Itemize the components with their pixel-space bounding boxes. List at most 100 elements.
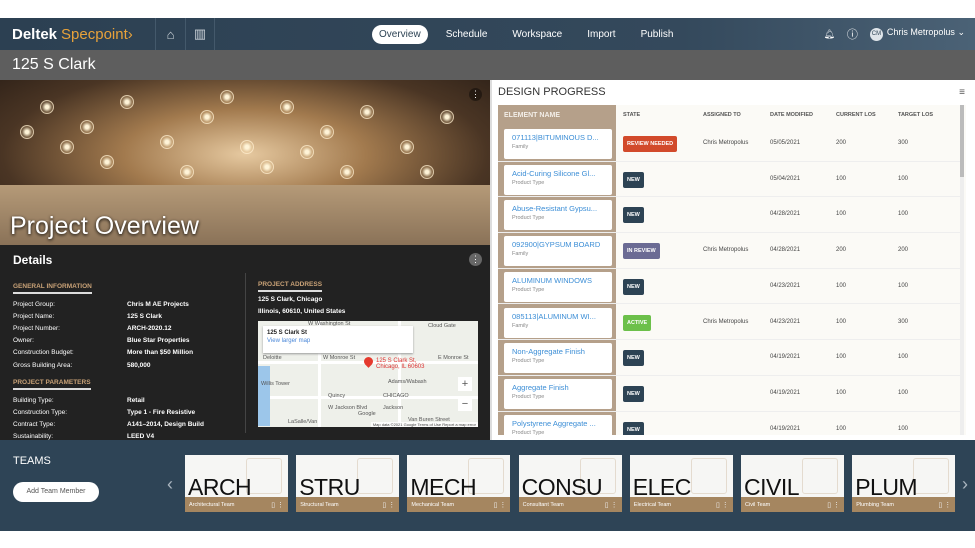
teams-title: TEAMS	[13, 455, 51, 467]
column-header[interactable]: TARGET LOS	[898, 105, 933, 126]
cell-target: 100	[898, 211, 909, 218]
element-card[interactable]: Acid-Curing Silicone Gl... Product Type	[504, 164, 612, 195]
team-name: Civil Team	[745, 502, 771, 508]
user-menu[interactable]: CM Chris Metropolus ⌄	[869, 27, 965, 41]
add-team-member-button[interactable]: Add Team Member	[13, 482, 99, 502]
element-name-link[interactable]: Aggregate Finish	[512, 383, 604, 392]
tab-overview[interactable]: Overview	[372, 24, 428, 44]
team-card[interactable]: ELEC Electrical Team ▯ ⋮	[629, 455, 733, 512]
cell-current: 100	[836, 211, 847, 218]
kebab-icon[interactable]: ⋮	[277, 502, 284, 509]
table-row[interactable]: ALUMINUM WINDOWS Product Type NEW 04/23/202…	[498, 269, 960, 305]
document-icon[interactable]: ▯	[605, 502, 609, 509]
element-name-link[interactable]: Polystyrene Aggregate ...	[512, 419, 604, 428]
tab-schedule[interactable]: Schedule	[439, 25, 495, 44]
column-header[interactable]: STATE	[623, 105, 640, 126]
kebab-icon[interactable]: ⋮	[388, 502, 395, 509]
tab-import[interactable]: Import	[580, 25, 622, 44]
document-icon[interactable]: ▯	[827, 502, 831, 509]
kebab-icon[interactable]: ⋮	[499, 502, 506, 509]
detail-label: Building Type:	[13, 396, 54, 404]
table-row[interactable]: 092900|GYPSUM BOARD Family IN REVIEW Chris …	[498, 233, 960, 269]
home-icon[interactable]: ⌂	[155, 18, 185, 50]
state-badge: REVIEW NEEDED	[623, 136, 678, 152]
team-card[interactable]: CIVIL Civil Team ▯ ⋮	[741, 455, 844, 512]
map-zoom-in[interactable]: +	[458, 377, 472, 391]
table-row[interactable]: Abuse-Resistant Gypsu... Product Type NEW 0…	[498, 197, 960, 234]
element-card[interactable]: Polystyrene Aggregate ... Product Type	[504, 414, 612, 435]
light-bulb	[240, 140, 254, 154]
detail-value: ARCH-2020.12	[127, 324, 172, 332]
table-row[interactable]: Acid-Curing Silicone Gl... Product Type NE…	[498, 162, 960, 198]
bell-icon[interactable]: 🔔︎	[823, 29, 834, 40]
element-card[interactable]: ALUMINUM WINDOWS Product Type	[504, 271, 612, 302]
map-zoom-out[interactable]: −	[458, 397, 472, 411]
element-card[interactable]: 085113|ALUMINUM WI... Family	[504, 307, 612, 338]
scrollbar[interactable]	[960, 105, 964, 435]
kebab-icon[interactable]: ⋮	[611, 502, 618, 509]
help-icon[interactable]: ⓘ	[847, 26, 858, 42]
team-card[interactable]: PLUM Plumbing Team ▯ ⋮	[852, 455, 956, 512]
element-name-link[interactable]: 085113|ALUMINUM WI...	[512, 312, 604, 321]
element-card[interactable]: 092900|GYPSUM BOARD Family	[504, 236, 612, 267]
element-name-link[interactable]: Non-Aggregate Finish	[512, 347, 604, 356]
address-heading: PROJECT ADDRESS	[258, 281, 323, 292]
team-card[interactable]: MECH Mechanical Team ▯ ⋮	[407, 455, 511, 512]
column-header[interactable]: DATE MODIFIED	[770, 105, 813, 126]
filter-icon[interactable]: ≡	[959, 87, 965, 98]
element-card[interactable]: Non-Aggregate Finish Product Type	[504, 343, 612, 374]
document-icon[interactable]: ▯	[494, 502, 498, 509]
team-card[interactable]: ARCH Architectural Team ▯ ⋮	[185, 455, 288, 512]
table-row[interactable]: Polystyrene Aggregate ... Product Type NEW…	[498, 412, 960, 435]
document-icon[interactable]: ▯	[271, 502, 275, 509]
tab-publish[interactable]: Publish	[634, 25, 681, 44]
kebab-icon[interactable]: ⋮	[944, 502, 951, 509]
table-row[interactable]: 085113|ALUMINUM WI... Family ACTIVE Chris M…	[498, 305, 960, 341]
team-illustration-icon	[246, 458, 282, 494]
map-label: LaSalle/Van	[288, 419, 318, 425]
map-label: Google	[358, 411, 376, 417]
team-name: Architectural Team	[189, 502, 235, 508]
team-card[interactable]: CONSU Consultant Team ▯ ⋮	[518, 455, 622, 512]
document-icon[interactable]: ▯	[938, 502, 942, 509]
kebab-icon[interactable]: ⋮	[833, 502, 840, 509]
kebab-icon[interactable]: ⋮	[722, 502, 729, 509]
column-header[interactable]: ASSIGNED TO	[703, 105, 741, 126]
document-icon[interactable]: ▯	[716, 502, 720, 509]
detail-label: Project Name:	[13, 312, 55, 320]
light-bulb	[80, 120, 94, 134]
element-type: Product Type	[512, 179, 545, 186]
team-card[interactable]: STRU Structural Team ▯ ⋮	[296, 455, 400, 512]
cell-target: 300	[898, 140, 909, 146]
element-name-link[interactable]: Acid-Curing Silicone Gl...	[512, 169, 604, 178]
column-header[interactable]: CURRENT LOS	[836, 105, 876, 126]
view-larger-map-link[interactable]: View larger map	[267, 338, 409, 344]
map-icon[interactable]: ▥	[185, 18, 215, 50]
element-card[interactable]: Abuse-Resistant Gypsu... Product Type	[504, 200, 612, 231]
scrollbar-thumb[interactable]	[960, 105, 964, 177]
table-row[interactable]: 071113|BITUMINOUS D... Family REVIEW NEEDE…	[498, 126, 960, 162]
element-card[interactable]: 071113|BITUMINOUS D... Family	[504, 129, 612, 159]
column-header[interactable]: ELEMENT NAME	[504, 105, 560, 126]
detail-label: Construction Budget:	[13, 349, 74, 357]
logo[interactable]: Deltek Specpoint›	[0, 26, 155, 43]
team-illustration-icon	[690, 458, 727, 494]
details-menu-icon[interactable]: ⋮	[469, 253, 482, 266]
table-row[interactable]: Aggregate Finish Product Type NEW 04/19/202…	[498, 376, 960, 412]
map[interactable]: 125 S Clark St View larger map 125 S Clar…	[258, 321, 478, 427]
map-label: CHICAGO	[383, 393, 409, 399]
element-name-link[interactable]: 071113|BITUMINOUS D...	[512, 133, 604, 142]
map-label: Cloud Gate	[428, 323, 456, 329]
light-bulb	[20, 125, 34, 139]
tab-workspace[interactable]: Workspace	[505, 25, 569, 44]
document-icon[interactable]: ▯	[382, 502, 386, 509]
element-name-link[interactable]: 092900|GYPSUM BOARD	[512, 240, 604, 249]
hero-menu-icon[interactable]: ⋮	[469, 88, 482, 101]
element-card[interactable]: Aggregate Finish Product Type	[504, 378, 612, 409]
general-heading: GENERAL INFORMATION	[13, 283, 92, 294]
table-row[interactable]: Non-Aggregate Finish Product Type NEW 04/19…	[498, 340, 960, 376]
prev-arrow-icon[interactable]: ‹	[167, 474, 173, 495]
element-name-link[interactable]: ALUMINUM WINDOWS	[512, 276, 604, 285]
next-arrow-icon[interactable]: ›	[962, 474, 968, 495]
element-name-link[interactable]: Abuse-Resistant Gypsu...	[512, 204, 604, 213]
